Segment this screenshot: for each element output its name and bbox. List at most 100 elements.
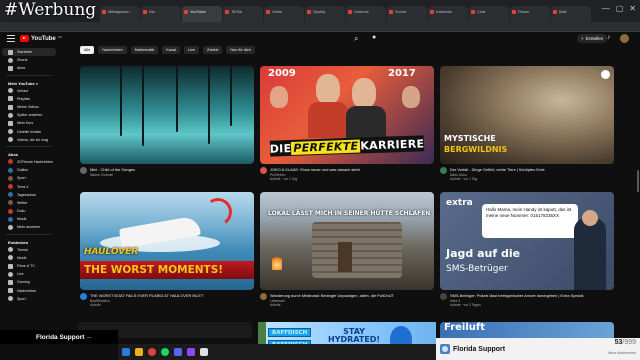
video-card[interactable]: MYSTISCHE BERGWILDNIS Der Vorfall - Ding… — [440, 66, 614, 190]
chip[interactable]: Mathematik — [130, 46, 159, 54]
video-card[interactable]: LOKAL LÄSST MICH IN SEINER HÜTTE SCHLAFE… — [260, 192, 434, 316]
sidebar-item-gaming[interactable]: Gaming — [0, 278, 58, 286]
chip[interactable]: Neu für dich — [226, 46, 255, 54]
youtube-logo-text: YouTube — [31, 35, 56, 42]
page-scrollbar[interactable] — [637, 170, 639, 192]
sidebar-item-your-videos[interactable]: Meine Videos — [0, 103, 58, 111]
browser-tab-active[interactable]: YouTube — [182, 6, 222, 22]
sidebar-item-trending[interactable]: Trends — [0, 246, 58, 254]
browser-tab[interactable]: Mail — [551, 6, 591, 22]
sidebar-subscription[interactable]: Musik — [0, 215, 58, 223]
chip-all[interactable]: Alle — [80, 46, 95, 54]
sidebar-subscription[interactable]: Tagesschau — [0, 191, 58, 199]
sidebar-item-liked-videos[interactable]: Videos, die ich mag — [0, 136, 58, 144]
channel-avatar[interactable] — [440, 293, 447, 300]
browser-tab[interactable]: TikTok — [223, 6, 263, 22]
sidebar-subscription[interactable]: Sport — [0, 174, 58, 182]
sidebar-item-playlists[interactable]: Playlists — [0, 95, 58, 103]
sidebar-item-shorts[interactable]: Shorts — [0, 56, 58, 64]
shorts-icon — [8, 57, 13, 63]
browser-tab[interactable]: Umkreis — [346, 6, 386, 22]
sidebar-item-home[interactable]: Startseite — [2, 48, 56, 57]
video-card[interactable]: extra Hallo Mama, mein Handy ist kaputt,… — [440, 192, 614, 316]
sidebar-subscription[interactable]: Doku — [0, 207, 58, 215]
hamburger-menu-icon[interactable] — [7, 35, 15, 42]
playlists-icon — [8, 96, 13, 102]
search-icon[interactable]: ⌕ — [354, 34, 358, 44]
chrome-icon[interactable] — [148, 348, 156, 356]
minimize-button[interactable]: — — [602, 4, 610, 13]
browser-tab[interactable]: Video — [264, 6, 304, 22]
video-thumbnail[interactable]: 2009 2017 DIE PERFEKTE KARRIERE — [260, 66, 434, 164]
sidebar-item-watch-later[interactable]: Später ansehen — [0, 111, 58, 119]
notifications-bell-icon[interactable]: ♪ — [607, 34, 611, 41]
account-avatar[interactable] — [620, 34, 629, 43]
close-button[interactable]: ✕ — [629, 4, 636, 13]
video-thumbnail[interactable]: LOKAL LÄSST MICH IN SEINER HÜTTE SCHLAFE… — [260, 192, 434, 290]
twitch-icon[interactable] — [187, 348, 195, 356]
chip[interactable]: Zuletzt — [202, 46, 223, 54]
video-thumbnail[interactable]: HAULOVER THE WORST MOMENTS! — [80, 192, 254, 290]
video-thumbnail[interactable]: MYSTISCHE BERGWILDNIS — [440, 66, 614, 164]
discord-icon[interactable] — [174, 348, 182, 356]
sidebar-item-live[interactable]: Live — [0, 270, 58, 278]
channel-avatar[interactable] — [80, 293, 87, 300]
create-button[interactable]: + Erstellen — [577, 34, 608, 43]
sidebar-item-label: Gaming — [17, 280, 30, 285]
sidebar-subscription[interactable]: ZDFheute Nachrichten — [0, 158, 58, 166]
sidebar-item-label: Filme & TV — [17, 264, 35, 269]
spotify-icon[interactable] — [161, 348, 169, 356]
file-explorer-icon[interactable] — [135, 348, 143, 356]
video-title[interactable]: Mini - Child of the Ganges — [90, 164, 250, 172]
sidebar-item-history[interactable]: Verlauf — [0, 87, 58, 95]
browser-tab[interactable]: Mittagessen — [100, 6, 140, 22]
sidebar-section-you[interactable]: Mein YouTube > — [0, 78, 58, 87]
obs-icon[interactable] — [200, 348, 208, 356]
video-title[interactable]: SMS-Betrüger: Polizei lässt betrügerisch… — [450, 290, 610, 298]
channel-avatar[interactable] — [260, 293, 267, 300]
browser-tab[interactable]: Planer — [510, 6, 550, 22]
sidebar-subscription[interactable]: Galileo — [0, 166, 58, 174]
sidebar-show-more[interactable]: Mehr ansehen — [0, 223, 58, 231]
banner-highlight-text: PERFEKTE — [291, 139, 361, 155]
sidebar-item-subscriptions[interactable]: Abos — [0, 64, 58, 72]
channel-avatar[interactable] — [260, 167, 267, 174]
youtube-logo[interactable]: YouTube DE — [20, 35, 62, 42]
video-title[interactable]: Wanderung durch Medinatal: Bedingte Unpa… — [270, 290, 430, 298]
video-title[interactable]: Der Vorfall - Dinge Gefühl, echte Tiere … — [450, 164, 610, 172]
video-thumbnail-partial[interactable]: Freiluft — [440, 322, 614, 338]
video-title[interactable]: THE WORST BOAT FAILS EVER FILMED AT HAUL… — [90, 290, 250, 298]
video-card[interactable]: HAULOVER THE WORST MOMENTS! THE WORST BO… — [80, 192, 254, 316]
chip[interactable]: Kanal — [162, 46, 180, 54]
chip[interactable]: Live — [183, 46, 199, 54]
thumbnail-text: Jagd auf die — [446, 247, 521, 260]
mangrove-root — [142, 66, 144, 146]
chip[interactable]: Nachrichten — [98, 46, 127, 54]
thumbnail-text: HAULOVER — [84, 247, 139, 257]
channel-name[interactable]: Nature Channel — [90, 172, 254, 177]
sidebar-subscription[interactable]: Wetter — [0, 199, 58, 207]
sidebar-item-movies[interactable]: Filme & TV — [0, 262, 58, 270]
microphone-icon[interactable]: ● — [372, 34, 376, 41]
channel-avatar[interactable] — [440, 167, 447, 174]
browser-tab[interactable]: Kalender — [428, 6, 468, 22]
browser-tab[interactable]: Chat — [469, 6, 509, 22]
sidebar-item-shared[interactable]: Geteilte Inhalte — [0, 128, 58, 136]
browser-tab[interactable]: Spotify — [305, 6, 345, 22]
video-thumbnail[interactable]: extra Hallo Mama, mein Handy ist kaputt,… — [440, 192, 614, 290]
video-card[interactable]: Mini - Child of the Ganges Nature Channe… — [80, 66, 254, 190]
video-thumbnail[interactable] — [80, 66, 254, 164]
sidebar-item-course[interactable]: Mein Kurs — [0, 119, 58, 127]
sidebar-item-music[interactable]: Musik — [0, 254, 58, 262]
video-title[interactable]: JOKO & KLAAS: Show neuer und was danach … — [270, 164, 430, 172]
video-card[interactable]: 2009 2017 DIE PERFEKTE KARRIERE JOKO & K… — [260, 66, 434, 190]
sidebar-item-sports[interactable]: Sport — [0, 295, 58, 303]
windows-start-icon[interactable] — [122, 348, 130, 356]
sidebar-subscription[interactable]: Terra X — [0, 182, 58, 190]
sidebar-item-news[interactable]: Nachrichten — [0, 287, 58, 295]
maximize-button[interactable]: ▢ — [616, 4, 624, 13]
police-officer — [574, 210, 606, 290]
browser-tab[interactable]: Suche — [387, 6, 427, 22]
channel-avatar[interactable] — [80, 167, 87, 174]
browser-tab[interactable]: Die — [141, 6, 181, 22]
